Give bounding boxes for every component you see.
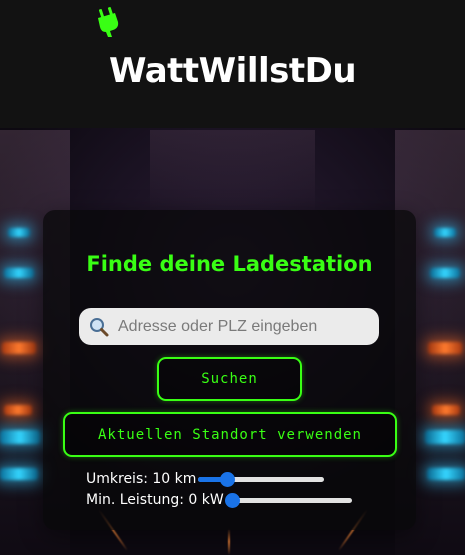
search-input[interactable] bbox=[110, 308, 379, 345]
search-icon bbox=[90, 317, 109, 336]
power-slider[interactable] bbox=[224, 492, 352, 508]
radius-label: Umkreis: 10 km bbox=[86, 471, 197, 487]
use-location-button[interactable]: Aktuellen Standort verwenden bbox=[63, 412, 397, 457]
power-row: Min. Leistung: 0 kW bbox=[86, 492, 352, 508]
power-slider-thumb[interactable] bbox=[224, 493, 240, 508]
power-slider-track bbox=[231, 498, 352, 503]
header-bar: WattWillstDu bbox=[0, 0, 465, 128]
brand-name: WattWillstDu bbox=[108, 51, 357, 91]
plug-icon bbox=[97, 7, 119, 37]
brand-logo[interactable]: WattWillstDu bbox=[97, 7, 357, 91]
card-title: Finde deine Ladestation bbox=[86, 252, 373, 276]
search-button[interactable]: Suchen bbox=[157, 357, 302, 401]
radius-slider[interactable] bbox=[198, 471, 325, 487]
search-box[interactable] bbox=[79, 308, 379, 345]
search-card: Finde deine Ladestation Suchen Aktuellen… bbox=[43, 210, 416, 530]
radius-row: Umkreis: 10 km bbox=[86, 471, 325, 487]
radius-slider-thumb[interactable] bbox=[220, 472, 236, 487]
power-label: Min. Leistung: 0 kW bbox=[86, 492, 224, 508]
